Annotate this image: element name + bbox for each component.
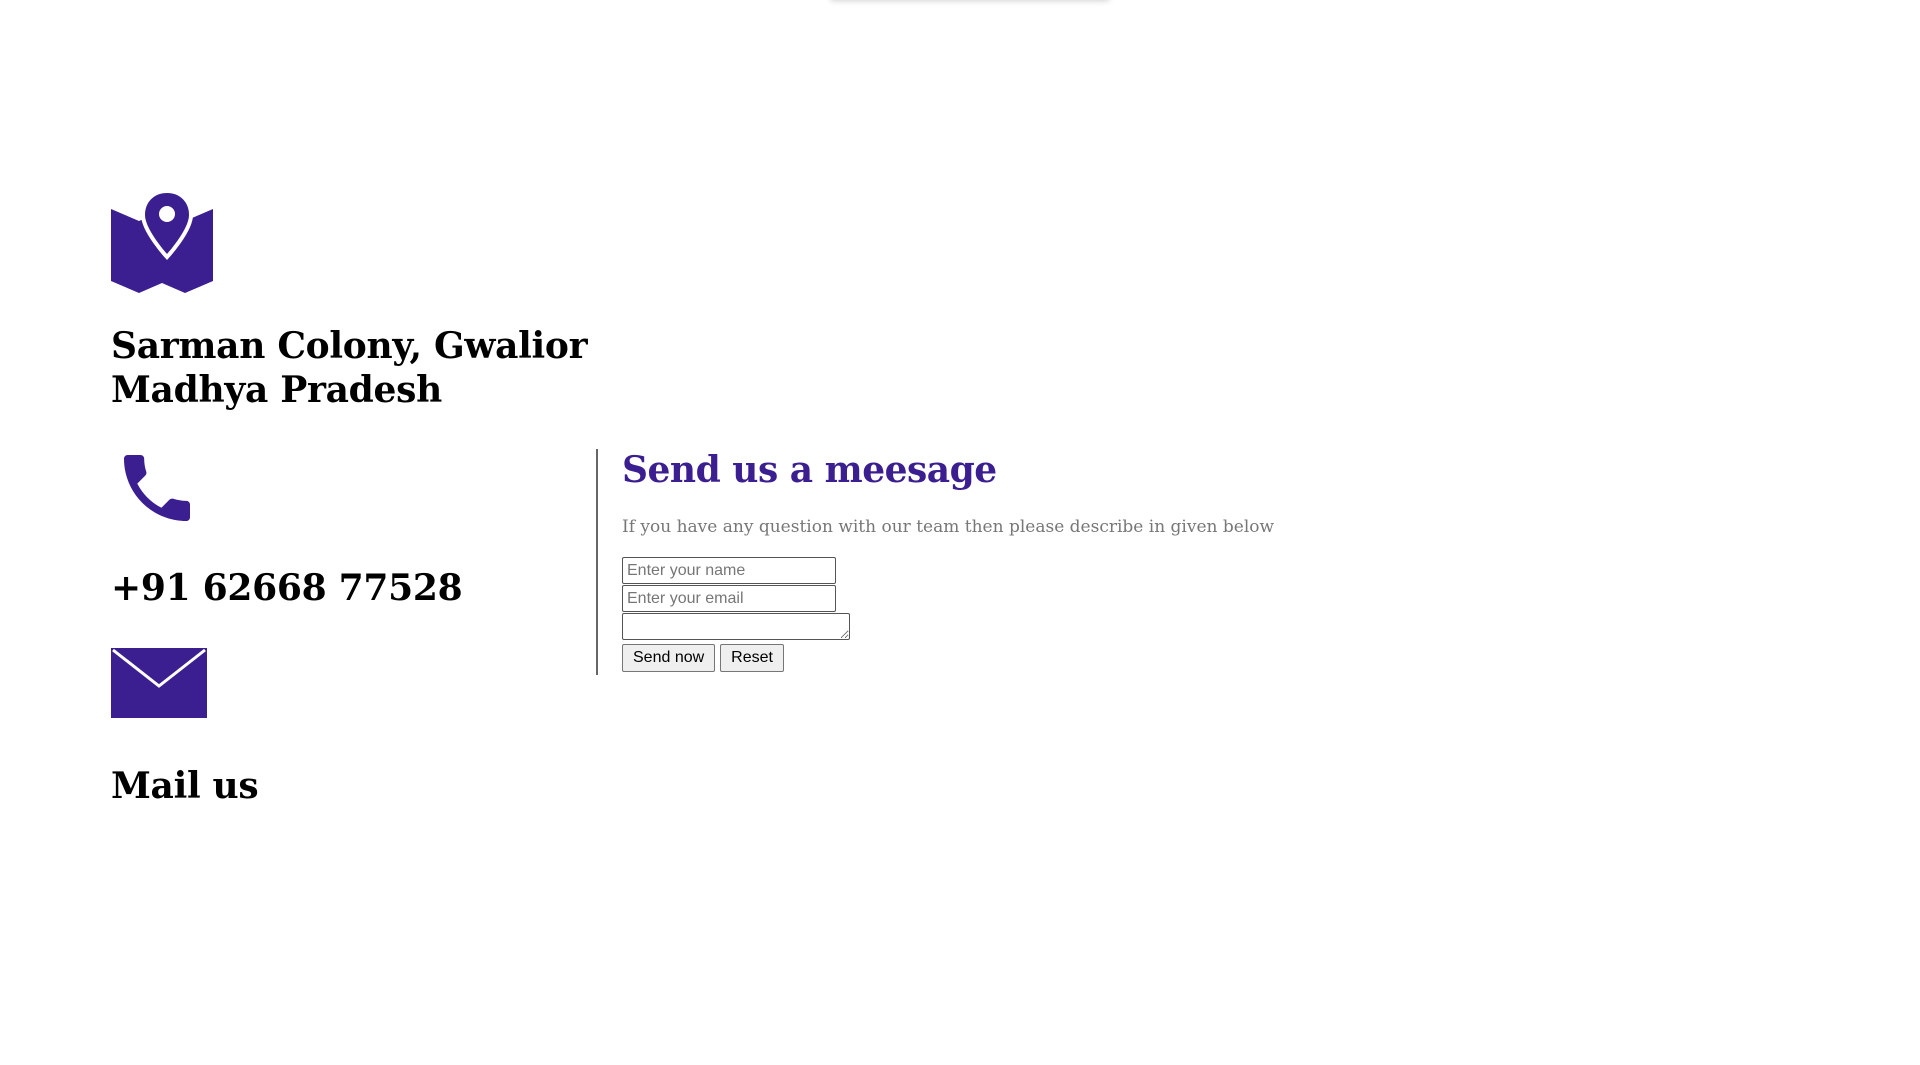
form-buttons: Send now Reset <box>622 644 1322 672</box>
send-now-button[interactable]: Send now <box>622 644 716 672</box>
message-textarea[interactable] <box>622 613 850 640</box>
mail-us-label: Mail us <box>111 765 259 807</box>
message-form-section: Send us a meesage If you have any questi… <box>622 448 1322 672</box>
name-input[interactable] <box>622 557 836 584</box>
phone-number: +91 62668 77528 <box>111 567 463 609</box>
address-text: Sarman Colony, Gwalior Madhya Pradesh <box>111 325 588 411</box>
vertical-divider <box>596 449 598 675</box>
map-pin-icon <box>111 188 213 297</box>
form-description: If you have any question with our team t… <box>622 517 1275 537</box>
envelope-icon <box>111 648 207 722</box>
phone-icon <box>113 444 201 536</box>
message-form: Send now Reset <box>622 557 1322 672</box>
email-input[interactable] <box>622 585 836 612</box>
form-title: Send us a meesage <box>622 449 997 491</box>
reset-button[interactable]: Reset <box>720 644 784 672</box>
